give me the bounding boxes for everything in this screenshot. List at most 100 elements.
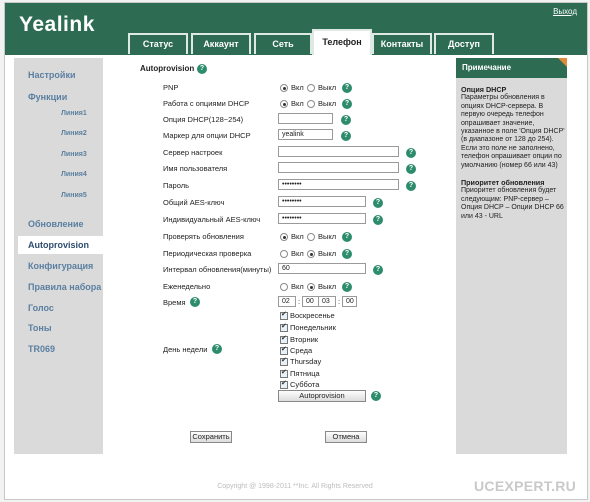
time-end-hour-input[interactable]: 03 [318,296,336,307]
note-header: Примечание [456,58,567,78]
help-icon[interactable]: ? [342,99,352,109]
help-icon[interactable]: ? [406,181,416,191]
dhcp-label: Работа с опциями DHCP [163,99,250,108]
check-updates-off-label: Выкл [318,232,337,241]
help-icon[interactable]: ? [406,148,416,158]
pnp-off-radio[interactable] [307,84,315,92]
tab-contacts[interactable]: Контакты [372,33,432,54]
help-icon[interactable]: ? [373,198,383,208]
dhcp-option-input[interactable] [278,113,333,124]
sidebar-item-tones[interactable]: Тоны [28,323,52,333]
server-input[interactable] [278,146,399,157]
periodic-label: Периодическая проверка [163,249,252,258]
cancel-button[interactable]: Отмена [325,431,367,443]
sidebar-item-line3[interactable]: Линия3 [61,151,87,158]
time-separator: : [338,297,341,306]
note-corner-icon [558,58,567,67]
header: Yealink Выход Статус Аккаунт Сеть Телефо… [5,3,587,55]
help-icon[interactable]: ? [342,249,352,259]
help-icon[interactable]: ? [373,215,383,225]
help-icon[interactable]: ? [341,115,351,125]
sidebar-item-dial-plan[interactable]: Правила набора [28,282,101,292]
common-aes-label: Общий AES-ключ [163,198,225,207]
server-label: Сервер настроек [163,148,223,157]
day-saturday-checkbox[interactable] [280,379,288,389]
periodic-off-radio[interactable] [307,250,315,258]
password-input[interactable]: •••••••• [278,179,399,190]
help-icon[interactable]: ? [342,232,352,242]
watermark: UCEXPERT.RU [474,478,577,494]
tab-security[interactable]: Доступ [434,33,494,54]
day-tuesday-label: Вторник [290,335,319,344]
sidebar-item-upgrade[interactable]: Обновление [28,219,84,229]
sidebar-item-tr069[interactable]: TR069 [28,344,55,354]
help-icon[interactable]: ? [406,164,416,174]
weekly-on-radio[interactable] [280,283,288,291]
dhcp-on-radio[interactable] [280,100,288,108]
dhcp-marker-input[interactable]: yealink [278,129,333,140]
autoprovision-button[interactable]: Autoprovision [278,390,366,402]
periodic-off-label: Выкл [318,249,337,258]
time-start-hour-input[interactable]: 02 [278,296,296,307]
sidebar-item-features[interactable]: Функции [28,92,67,102]
day-thursday-checkbox[interactable] [280,356,288,366]
day-saturday-label: Суббота [290,380,320,389]
check-updates-off-radio[interactable] [307,233,315,241]
note-section2-text: Приоритет обновления будет следующим: PN… [461,187,564,220]
interval-input[interactable]: 60 [278,263,366,274]
sidebar-item-line1[interactable]: Линия1 [61,110,87,117]
common-aes-input[interactable]: •••••••• [278,196,366,207]
tab-account[interactable]: Аккаунт [191,33,251,54]
pnp-on-radio[interactable] [280,84,288,92]
time-label: Время [163,298,186,307]
note-section1-text: Параметры обновления в опциях DHCP-серве… [461,94,565,169]
help-icon[interactable]: ? [341,131,351,141]
day-thursday-label: Thursday [290,357,322,366]
interval-label: Интервал обновления(минуты) [163,265,272,274]
individual-aes-input[interactable]: •••••••• [278,213,366,224]
time-end-minute-input[interactable]: 00 [342,296,357,307]
day-sunday-checkbox[interactable] [280,310,288,320]
tab-phone[interactable]: Телефон [312,29,372,55]
sidebar-item-settings[interactable]: Настройки [28,70,75,80]
tab-network[interactable]: Сеть [254,33,312,54]
sidebar-item-line2[interactable]: Линия2 [61,130,87,137]
periodic-on-radio[interactable] [280,250,288,258]
check-updates-on-radio[interactable] [280,233,288,241]
day-friday-checkbox[interactable] [280,368,288,378]
logout-link[interactable]: Выход [553,7,577,16]
tab-status[interactable]: Статус [128,33,188,54]
sidebar-item-autoprovision[interactable]: Autoprovision [28,240,89,250]
help-icon[interactable]: ? [342,83,352,93]
day-of-week-label: День недели [163,345,208,354]
weekly-on-label: Вкл [291,282,304,291]
day-monday-checkbox[interactable] [280,322,288,332]
sidebar-item-voice[interactable]: Голос [28,303,54,313]
time-separator: : [298,297,301,306]
help-icon[interactable]: ? [212,344,222,354]
help-icon[interactable]: ? [342,282,352,292]
weekly-off-label: Выкл [318,282,337,291]
help-icon[interactable]: ? [371,391,381,401]
day-tuesday-checkbox[interactable] [280,334,288,344]
help-icon[interactable]: ? [190,297,200,307]
weekly-off-radio[interactable] [307,283,315,291]
pnp-off-label: Выкл [318,83,337,92]
sidebar-item-line4[interactable]: Линия4 [61,171,87,178]
username-label: Имя пользователя [163,164,228,173]
day-sunday-label: Воскресенье [290,311,335,320]
sidebar-item-line5[interactable]: Линия5 [61,192,87,199]
weekly-label: Еженедельно [163,282,211,291]
help-icon[interactable]: ? [373,265,383,275]
password-label: Пароль [163,181,190,190]
help-icon[interactable]: ? [197,64,207,74]
day-wednesday-checkbox[interactable] [280,345,288,355]
note-body: Опция DHCP Параметры обновления в опциях… [461,85,565,221]
dhcp-off-radio[interactable] [307,100,315,108]
day-friday-label: Пятница [290,369,320,378]
day-wednesday-label: Среда [290,346,313,355]
username-input[interactable] [278,162,399,173]
save-button[interactable]: Сохранить [190,431,232,443]
individual-aes-label: Индивидуальный AES-ключ [163,215,261,224]
sidebar-item-configuration[interactable]: Конфигурация [28,261,93,271]
